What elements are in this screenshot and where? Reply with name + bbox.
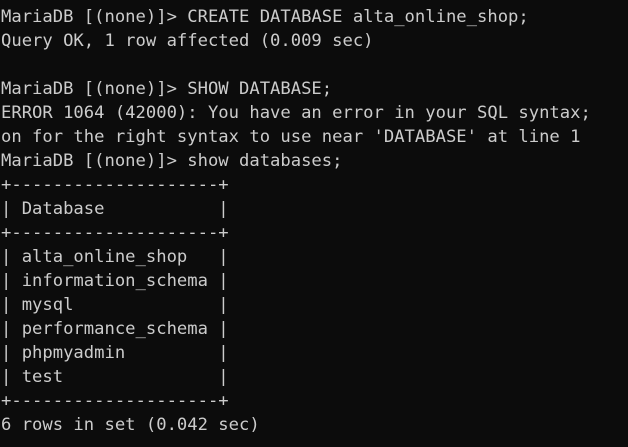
table-row: | alta_online_shop | [1, 247, 229, 267]
terminal-window[interactable]: MariaDB [(none)]> CREATE DATABASE alta_o… [0, 0, 628, 447]
table-border-bottom: +--------------------+ [1, 391, 229, 411]
command-line-create-database: MariaDB [(none)]> CREATE DATABASE alta_o… [1, 7, 529, 27]
command-line-show-database: MariaDB [(none)]> SHOW DATABASE; [1, 79, 333, 99]
table-border-header: +--------------------+ [1, 223, 229, 243]
output-row-count: 6 rows in set (0.042 sec) [1, 415, 260, 435]
output-error-continuation: on for the right syntax to use near 'DAT… [1, 127, 581, 147]
table-row: | phpmyadmin | [1, 343, 229, 363]
command-line-show-databases: MariaDB [(none)]> show databases; [1, 151, 343, 171]
table-border-top: +--------------------+ [1, 175, 229, 195]
output-error-line: ERROR 1064 (42000): You have an error in… [1, 103, 591, 123]
table-row: | performance_schema | [1, 319, 229, 339]
output-query-ok: Query OK, 1 row affected (0.009 sec) [1, 31, 374, 51]
table-row: | test | [1, 367, 229, 387]
table-row: | information_schema | [1, 271, 229, 291]
table-header-row: | Database | [1, 199, 229, 219]
table-row: | mysql | [1, 295, 229, 315]
